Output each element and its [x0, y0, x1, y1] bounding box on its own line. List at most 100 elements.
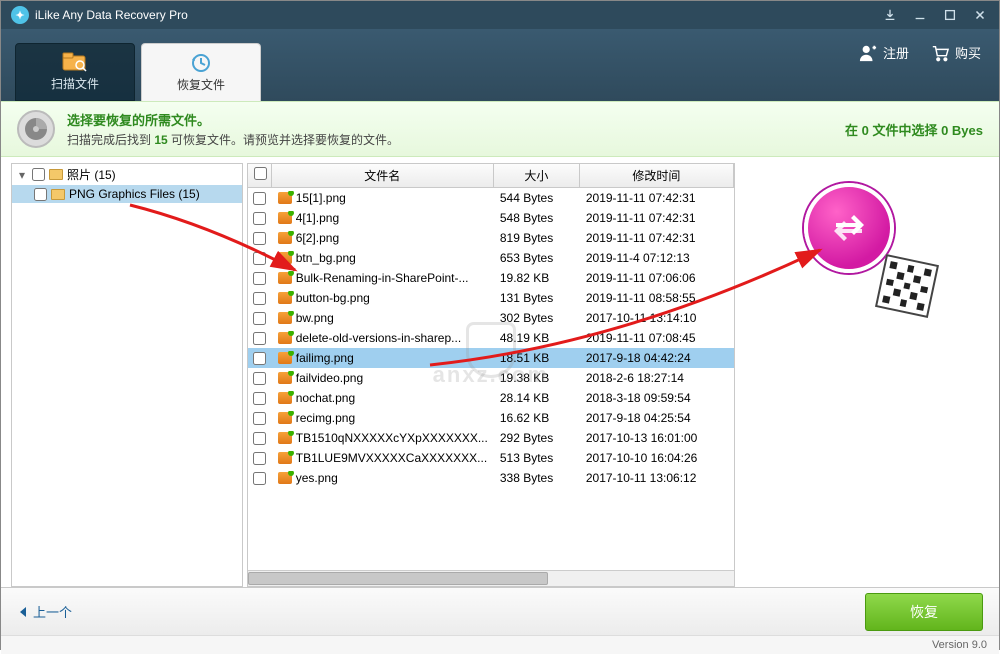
file-list[interactable]: 文件名 大小 修改时间 15[1].png544 Bytes2019-11-11…: [247, 163, 735, 587]
tree-root-checkbox[interactable]: [32, 168, 45, 181]
file-date: 2019-11-11 07:06:06: [580, 271, 734, 285]
buy-button[interactable]: 购买: [931, 43, 981, 62]
row-checkbox[interactable]: [253, 392, 266, 405]
table-row[interactable]: TB1510qNXXXXXcYXpXXXXXXX...292 Bytes2017…: [248, 428, 734, 448]
col-name[interactable]: 文件名: [272, 164, 494, 187]
select-all-checkbox[interactable]: [254, 167, 267, 180]
info-heading: 选择要恢复的所需文件。: [67, 110, 845, 129]
tree-root[interactable]: ▾ 照片 (15): [12, 164, 242, 185]
file-size: 16.62 KB: [494, 411, 580, 425]
file-size: 292 Bytes: [494, 431, 580, 445]
table-row[interactable]: failimg.png18.51 KB2017-9-18 04:42:24: [248, 348, 734, 368]
file-name: btn_bg.png: [296, 251, 356, 265]
table-row[interactable]: nochat.png28.14 KB2018-3-18 09:59:54: [248, 388, 734, 408]
row-checkbox[interactable]: [253, 192, 266, 205]
file-date: 2019-11-11 07:42:31: [580, 191, 734, 205]
folder-icon: [51, 189, 65, 200]
tree-child[interactable]: PNG Graphics Files (15): [12, 185, 242, 203]
horizontal-scrollbar[interactable]: [248, 570, 734, 586]
category-tree[interactable]: ▾ 照片 (15) PNG Graphics Files (15): [11, 163, 243, 587]
register-button[interactable]: 注册: [859, 43, 909, 62]
window-title: iLike Any Data Recovery Pro: [35, 8, 875, 22]
selection-summary: 在 0 文件中选择 0 Byes: [845, 120, 983, 139]
file-name: button-bg.png: [296, 291, 370, 305]
maximize-button[interactable]: [935, 5, 965, 25]
file-name: 15[1].png: [296, 191, 346, 205]
table-row[interactable]: 6[2].png819 Bytes2019-11-11 07:42:31: [248, 228, 734, 248]
buy-label: 购买: [955, 43, 981, 62]
back-button[interactable]: 上一个: [17, 602, 72, 621]
col-size[interactable]: 大小: [494, 164, 580, 187]
tree-child-checkbox[interactable]: [34, 188, 47, 201]
row-checkbox[interactable]: [253, 332, 266, 345]
user-plus-icon: [859, 44, 877, 62]
minimize-button[interactable]: [905, 5, 935, 25]
tab-scan[interactable]: 扫描文件: [15, 43, 135, 101]
collapse-icon[interactable]: ▾: [16, 168, 28, 182]
file-size: 544 Bytes: [494, 191, 580, 205]
tab-recover[interactable]: 恢复文件: [141, 43, 261, 101]
close-button[interactable]: [965, 5, 995, 25]
file-date: 2019-11-11 07:42:31: [580, 231, 734, 245]
table-row[interactable]: Bulk-Renaming-in-SharePoint-...19.82 KB2…: [248, 268, 734, 288]
header: 扫描文件 恢复文件 注册 购买: [1, 29, 999, 101]
table-row[interactable]: 15[1].png 544 Bytes2019-11-11 07:42:31: [248, 188, 734, 208]
row-checkbox[interactable]: [253, 312, 266, 325]
info-disk-icon: [17, 110, 55, 148]
table-row[interactable]: btn_bg.png653 Bytes2019-11-4 07:12:13: [248, 248, 734, 268]
tree-root-label: 照片 (15): [67, 166, 116, 183]
file-size: 338 Bytes: [494, 471, 580, 485]
row-checkbox[interactable]: [253, 272, 266, 285]
file-icon: [278, 212, 292, 224]
row-checkbox[interactable]: [253, 252, 266, 265]
scrollbar-thumb[interactable]: [248, 572, 548, 585]
table-row[interactable]: failvideo.png19.38 KB2018-2-6 18:27:14: [248, 368, 734, 388]
row-checkbox[interactable]: [253, 472, 266, 485]
row-checkbox[interactable]: [253, 352, 266, 365]
table-row[interactable]: 4[1].png548 Bytes2019-11-11 07:42:31: [248, 208, 734, 228]
file-date: 2019-11-11 08:58:55: [580, 291, 734, 305]
file-size: 302 Bytes: [494, 311, 580, 325]
file-date: 2017-10-11 13:06:12: [580, 471, 734, 485]
register-label: 注册: [883, 43, 909, 62]
app-logo-icon: ✦: [11, 6, 29, 24]
file-date: 2019-11-11 07:08:45: [580, 331, 734, 345]
table-row[interactable]: delete-old-versions-in-sharep...48.19 KB…: [248, 328, 734, 348]
file-name: TB1510qNXXXXXcYXpXXXXXXX...: [296, 431, 488, 445]
tree-child-label: PNG Graphics Files (15): [69, 187, 200, 201]
file-name: 6[2].png: [296, 231, 339, 245]
footer: 上一个 恢复: [1, 587, 999, 635]
file-icon: [278, 472, 292, 484]
version-label: Version 9.0: [1, 635, 999, 654]
row-checkbox[interactable]: [253, 432, 266, 445]
table-row[interactable]: button-bg.png131 Bytes2019-11-11 08:58:5…: [248, 288, 734, 308]
file-icon: [278, 192, 292, 204]
row-checkbox[interactable]: [253, 292, 266, 305]
list-header: 文件名 大小 修改时间: [248, 164, 734, 188]
file-icon: [278, 352, 292, 364]
file-name: bw.png: [296, 311, 334, 325]
download-icon[interactable]: [875, 5, 905, 25]
file-date: 2017-9-18 04:42:24: [580, 351, 734, 365]
row-checkbox[interactable]: [253, 412, 266, 425]
file-name: 4[1].png: [296, 211, 339, 225]
file-icon: [278, 372, 292, 384]
file-icon: [278, 432, 292, 444]
file-name: TB1LUE9MVXXXXXCaXXXXXXX...: [296, 451, 487, 465]
col-date[interactable]: 修改时间: [580, 164, 734, 187]
row-checkbox[interactable]: [253, 452, 266, 465]
table-row[interactable]: bw.png302 Bytes2017-10-11 13:14:10: [248, 308, 734, 328]
row-checkbox[interactable]: [253, 212, 266, 225]
titlebar: ✦ iLike Any Data Recovery Pro: [1, 1, 999, 29]
scan-folder-icon: [62, 52, 88, 72]
row-checkbox[interactable]: [253, 232, 266, 245]
table-row[interactable]: recimg.png16.62 KB2017-9-18 04:25:54: [248, 408, 734, 428]
table-row[interactable]: TB1LUE9MVXXXXXCaXXXXXXX...513 Bytes2017-…: [248, 448, 734, 468]
table-row[interactable]: yes.png338 Bytes2017-10-11 13:06:12: [248, 468, 734, 488]
swap-arrows-icon: [804, 183, 894, 273]
main-content: ▾ 照片 (15) PNG Graphics Files (15) 文件名 大小…: [1, 157, 999, 587]
row-checkbox[interactable]: [253, 372, 266, 385]
recover-icon: [188, 53, 214, 73]
recover-button[interactable]: 恢复: [865, 593, 983, 631]
file-icon: [278, 392, 292, 404]
